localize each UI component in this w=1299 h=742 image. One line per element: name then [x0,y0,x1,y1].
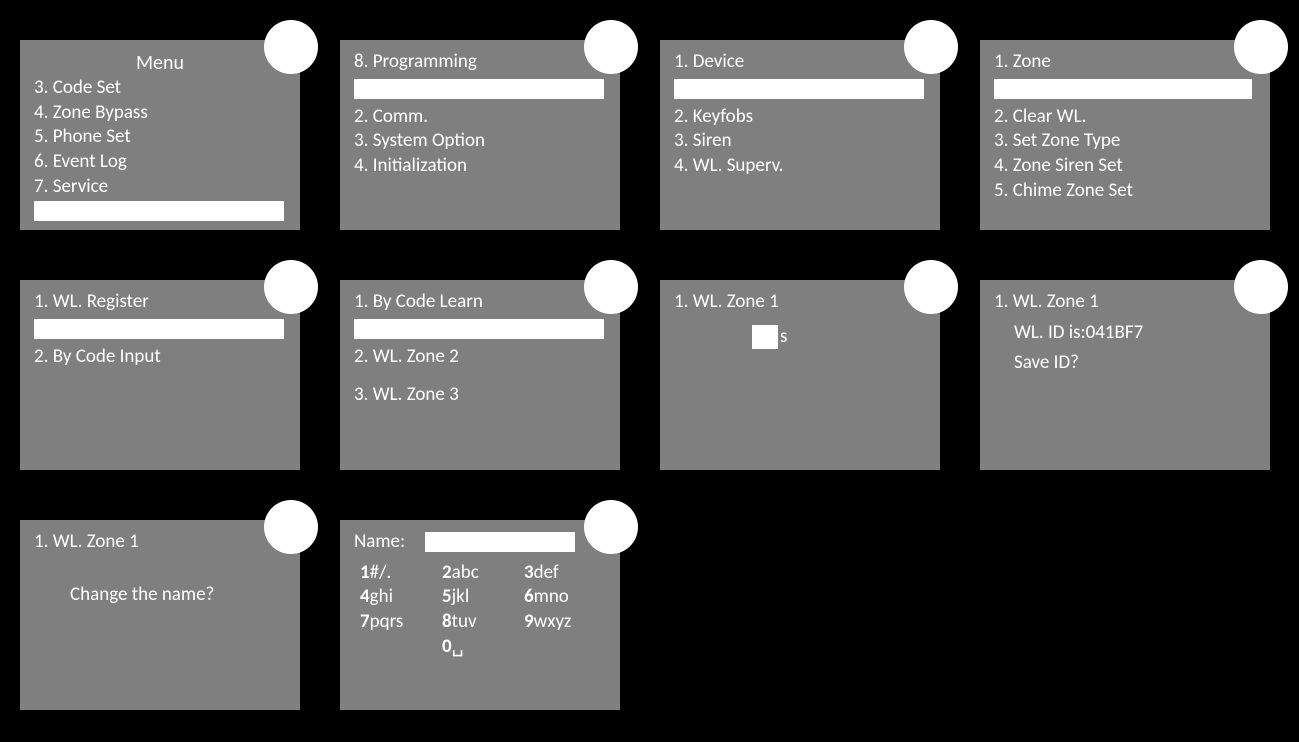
panel-circle [904,260,958,314]
device-title[interactable]: 1. Device [674,50,926,75]
panel-circle [584,500,638,554]
wlzone1-title[interactable]: 1. WL. Zone 1 [34,530,286,555]
name-label: Name: [354,530,405,555]
register-item[interactable]: 2. By Code Input [34,345,286,370]
zone-item[interactable]: 2. Clear WL. [994,105,1256,130]
panel-wlzone1-scan: 1. WL. Zone 1 s [660,280,940,470]
keypad-key-8[interactable]: 8tuv [442,610,524,635]
menu-item[interactable]: 5. Phone Set [34,125,286,150]
panel-circle [264,260,318,314]
input-highlight[interactable] [354,319,604,339]
device-item[interactable]: 4. WL. Superv. [674,154,926,179]
programming-item[interactable]: 4. Initialization [354,154,606,179]
codelearn-item[interactable]: 3. WL. Zone 3 [354,383,606,408]
zone-item[interactable]: 5. Chime Zone Set [994,179,1256,204]
device-item[interactable]: 2. Keyfobs [674,105,926,130]
input-highlight[interactable] [674,79,924,99]
seconds-suffix: s [780,325,787,350]
menu-item[interactable]: 6. Event Log [34,150,286,175]
input-box[interactable] [752,325,778,349]
keypad-key-1[interactable]: 1#/. [360,561,442,586]
input-highlight[interactable] [34,201,284,221]
wl-id-text: WL. ID is:041BF7 [1014,321,1256,346]
keypad-key-9[interactable]: 9wxyz [524,610,606,635]
panel-circle [904,20,958,74]
programming-item[interactable]: 2. Comm. [354,105,606,130]
menu-item[interactable]: 3. Code Set [34,76,286,101]
input-highlight[interactable] [994,79,1252,99]
change-name-prompt: Change the name? [70,583,286,608]
codelearn-title[interactable]: 1. By Code Learn [354,290,606,315]
zone-item[interactable]: 4. Zone Siren Set [994,154,1256,179]
wlzone1-title[interactable]: 1. WL. Zone 1 [674,290,926,315]
panel-circle [584,260,638,314]
menu-item[interactable]: 7. Service [34,175,286,200]
wlzone1-title[interactable]: 1. WL. Zone 1 [994,290,1256,315]
panel-programming: 8. Programming 2. Comm. 3. System Option… [340,40,620,230]
panel-device: 1. Device 2. Keyfobs 3. Siren 4. WL. Sup… [660,40,940,230]
keypad-key-0[interactable]: 0␣ [442,635,524,660]
codelearn-item[interactable]: 2. WL. Zone 2 [354,345,606,370]
menu-title: Menu [34,50,286,76]
keypad-key-4[interactable]: 4ghi [360,585,442,610]
programming-title[interactable]: 8. Programming [354,50,606,75]
panel-circle [584,20,638,74]
panel-wlzone1-save: 1. WL. Zone 1 WL. ID is:041BF7 Save ID? [980,280,1270,470]
programming-item[interactable]: 3. System Option [354,129,606,154]
device-item[interactable]: 3. Siren [674,129,926,154]
keypad: 1#/.2abc3def 4ghi5jkl6mno 7pqrs8tuv9wxyz0␣ [360,561,606,660]
keypad-key-7[interactable]: 7pqrs [360,610,442,635]
panel-name-keypad: Name: 1#/.2abc3def 4ghi5jkl6mno 7pqrs8tuv9… [340,520,620,710]
panel-menu: Menu 3. Code Set 4. Zone Bypass 5. Phone… [20,40,300,230]
panel-codelearn: 1. By Code Learn 2. WL. Zone 2 3. WL. Zo… [340,280,620,470]
menu-item[interactable]: 4. Zone Bypass [34,101,286,126]
name-input[interactable] [425,532,575,552]
panel-circle [1234,260,1288,314]
panel-zone: 1. Zone 2. Clear WL. 3. Set Zone Type 4.… [980,40,1270,230]
panel-circle [264,20,318,74]
register-title[interactable]: 1. WL. Register [34,290,286,315]
keypad-key-6[interactable]: 6mno [524,585,606,610]
panel-circle [264,500,318,554]
panel-circle [1234,20,1288,74]
zone-item[interactable]: 3. Set Zone Type [994,129,1256,154]
save-id-prompt: Save ID? [1014,351,1256,376]
keypad-key-3[interactable]: 3def [524,561,606,586]
input-highlight[interactable] [354,79,604,99]
keypad-key-5[interactable]: 5jkl [442,585,524,610]
panel-register: 1. WL. Register 2. By Code Input [20,280,300,470]
zone-title[interactable]: 1. Zone [994,50,1256,75]
panel-wlzone1-rename: 1. WL. Zone 1 Change the name? [20,520,300,710]
keypad-key-2[interactable]: 2abc [442,561,524,586]
input-highlight[interactable] [34,319,284,339]
